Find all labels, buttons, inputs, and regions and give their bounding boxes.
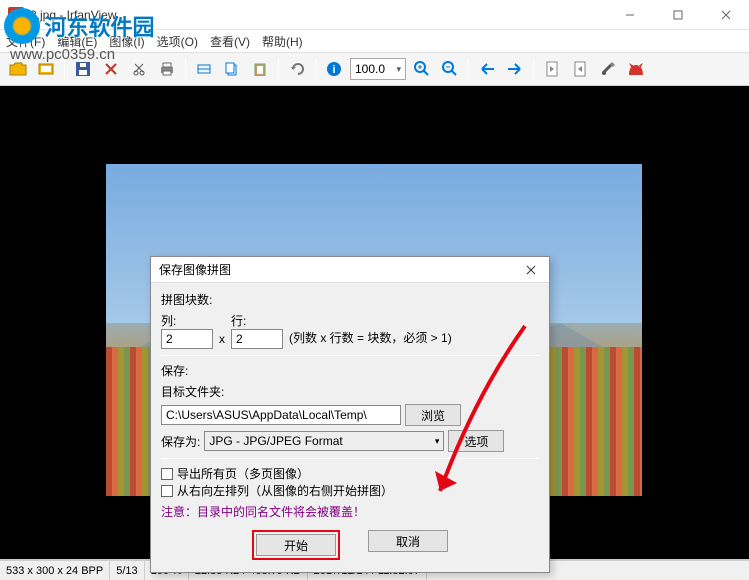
export-all-checkbox[interactable]: 导出所有页（多页图像） bbox=[161, 465, 539, 482]
toolbar-separator bbox=[468, 58, 469, 80]
titlebar: 3.jpg - IrfanView bbox=[0, 0, 749, 30]
start-button[interactable]: 开始 bbox=[256, 534, 336, 556]
format-value: JPG - JPG/JPEG Format bbox=[209, 434, 342, 448]
checkbox-box-icon bbox=[161, 468, 173, 480]
zoom-value: 100.0 bbox=[355, 62, 385, 76]
prev-image-icon[interactable] bbox=[475, 57, 499, 81]
path-input[interactable] bbox=[161, 405, 401, 425]
toolbar-separator bbox=[278, 58, 279, 80]
zoom-in-icon[interactable] bbox=[410, 57, 434, 81]
dialog-separator bbox=[161, 458, 539, 459]
svg-text:i: i bbox=[332, 64, 335, 76]
save-tile-dialog: 保存图像拼图 拼图块数: 列: x 行: (列数 x 行数 = 块数，必须 > … bbox=[150, 256, 550, 573]
dialog-buttons: 开始 取消 bbox=[161, 530, 539, 560]
zoom-out-icon[interactable] bbox=[438, 57, 462, 81]
app-icon bbox=[8, 7, 24, 23]
toolbar: i 100.0 ▾ bbox=[0, 52, 749, 86]
minimize-button[interactable] bbox=[615, 5, 645, 25]
open-icon[interactable] bbox=[6, 57, 30, 81]
export-all-label: 导出所有页（多页图像） bbox=[177, 465, 309, 482]
hint-formula: (列数 x 行数 = 块数，必须 > 1) bbox=[289, 329, 452, 349]
close-button[interactable] bbox=[711, 5, 741, 25]
toolbar-separator bbox=[64, 58, 65, 80]
dialog-titlebar[interactable]: 保存图像拼图 bbox=[151, 257, 549, 283]
info-icon[interactable]: i bbox=[322, 57, 346, 81]
irfanview-cat-icon[interactable] bbox=[624, 57, 648, 81]
toolbar-separator bbox=[533, 58, 534, 80]
start-button-highlight: 开始 bbox=[252, 530, 340, 560]
label-save-as: 保存为: bbox=[161, 433, 200, 450]
dialog-body: 拼图块数: 列: x 行: (列数 x 行数 = 块数，必须 > 1) 保存: … bbox=[151, 283, 549, 572]
section-save-label: 保存: bbox=[161, 362, 539, 379]
zoom-combobox[interactable]: 100.0 ▾ bbox=[350, 58, 406, 80]
multiply-symbol: x bbox=[219, 332, 225, 349]
copy-icon[interactable] bbox=[220, 57, 244, 81]
delete-icon[interactable] bbox=[99, 57, 123, 81]
rows-input[interactable] bbox=[231, 329, 283, 349]
menu-edit[interactable]: 编辑(E) bbox=[57, 33, 97, 50]
menu-options[interactable]: 选项(O) bbox=[157, 33, 198, 50]
checkbox-box-icon bbox=[161, 485, 173, 497]
image-canvas[interactable]: 保存图像拼图 拼图块数: 列: x 行: (列数 x 行数 = 块数，必须 > … bbox=[0, 86, 749, 560]
toolbar-separator bbox=[315, 58, 316, 80]
label-target-folder: 目标文件夹: bbox=[161, 383, 539, 400]
menu-file[interactable]: 文件(F) bbox=[6, 33, 45, 50]
print-icon[interactable] bbox=[155, 57, 179, 81]
format-select[interactable]: JPG - JPG/JPEG Format ▾ bbox=[204, 431, 444, 451]
label-rows: 行: bbox=[231, 312, 283, 329]
browse-button[interactable]: 浏览 bbox=[405, 404, 461, 426]
toolbar-separator bbox=[185, 58, 186, 80]
scan-icon[interactable] bbox=[192, 57, 216, 81]
slideshow-icon[interactable] bbox=[34, 57, 58, 81]
options-button[interactable]: 选项 bbox=[448, 430, 504, 452]
status-index: 5/13 bbox=[110, 561, 144, 580]
prev-page-icon[interactable] bbox=[540, 57, 564, 81]
status-dimensions: 533 x 300 x 24 BPP bbox=[0, 561, 110, 580]
next-image-icon[interactable] bbox=[503, 57, 527, 81]
dialog-close-button[interactable] bbox=[521, 260, 541, 280]
window-controls bbox=[615, 5, 741, 25]
cut-icon[interactable] bbox=[127, 57, 151, 81]
rtl-checkbox[interactable]: 从右向左排列（从图像的右侧开始拼图） bbox=[161, 482, 539, 499]
save-icon[interactable] bbox=[71, 57, 95, 81]
next-page-icon[interactable] bbox=[568, 57, 592, 81]
chevron-down-icon: ▾ bbox=[396, 64, 401, 75]
menubar: 文件(F) 编辑(E) 图像(I) 选项(O) 查看(V) 帮助(H) bbox=[0, 30, 749, 52]
cancel-button[interactable]: 取消 bbox=[368, 530, 448, 552]
menu-help[interactable]: 帮助(H) bbox=[262, 33, 303, 50]
menu-view[interactable]: 查看(V) bbox=[210, 33, 250, 50]
settings-icon[interactable] bbox=[596, 57, 620, 81]
maximize-button[interactable] bbox=[663, 5, 693, 25]
rtl-label: 从右向左排列（从图像的右侧开始拼图） bbox=[177, 482, 393, 499]
menu-image[interactable]: 图像(I) bbox=[109, 33, 144, 50]
label-cols: 列: bbox=[161, 312, 213, 329]
section-blocks-label: 拼图块数: bbox=[161, 291, 539, 308]
window-title: 3.jpg - IrfanView bbox=[30, 8, 117, 22]
overwrite-warning: 注意：目录中的同名文件将会被覆盖！ bbox=[161, 503, 539, 520]
dialog-separator bbox=[161, 355, 539, 356]
chevron-down-icon: ▾ bbox=[435, 436, 440, 447]
dialog-title-text: 保存图像拼图 bbox=[159, 261, 231, 278]
undo-icon[interactable] bbox=[285, 57, 309, 81]
paste-icon[interactable] bbox=[248, 57, 272, 81]
cols-input[interactable] bbox=[161, 329, 213, 349]
